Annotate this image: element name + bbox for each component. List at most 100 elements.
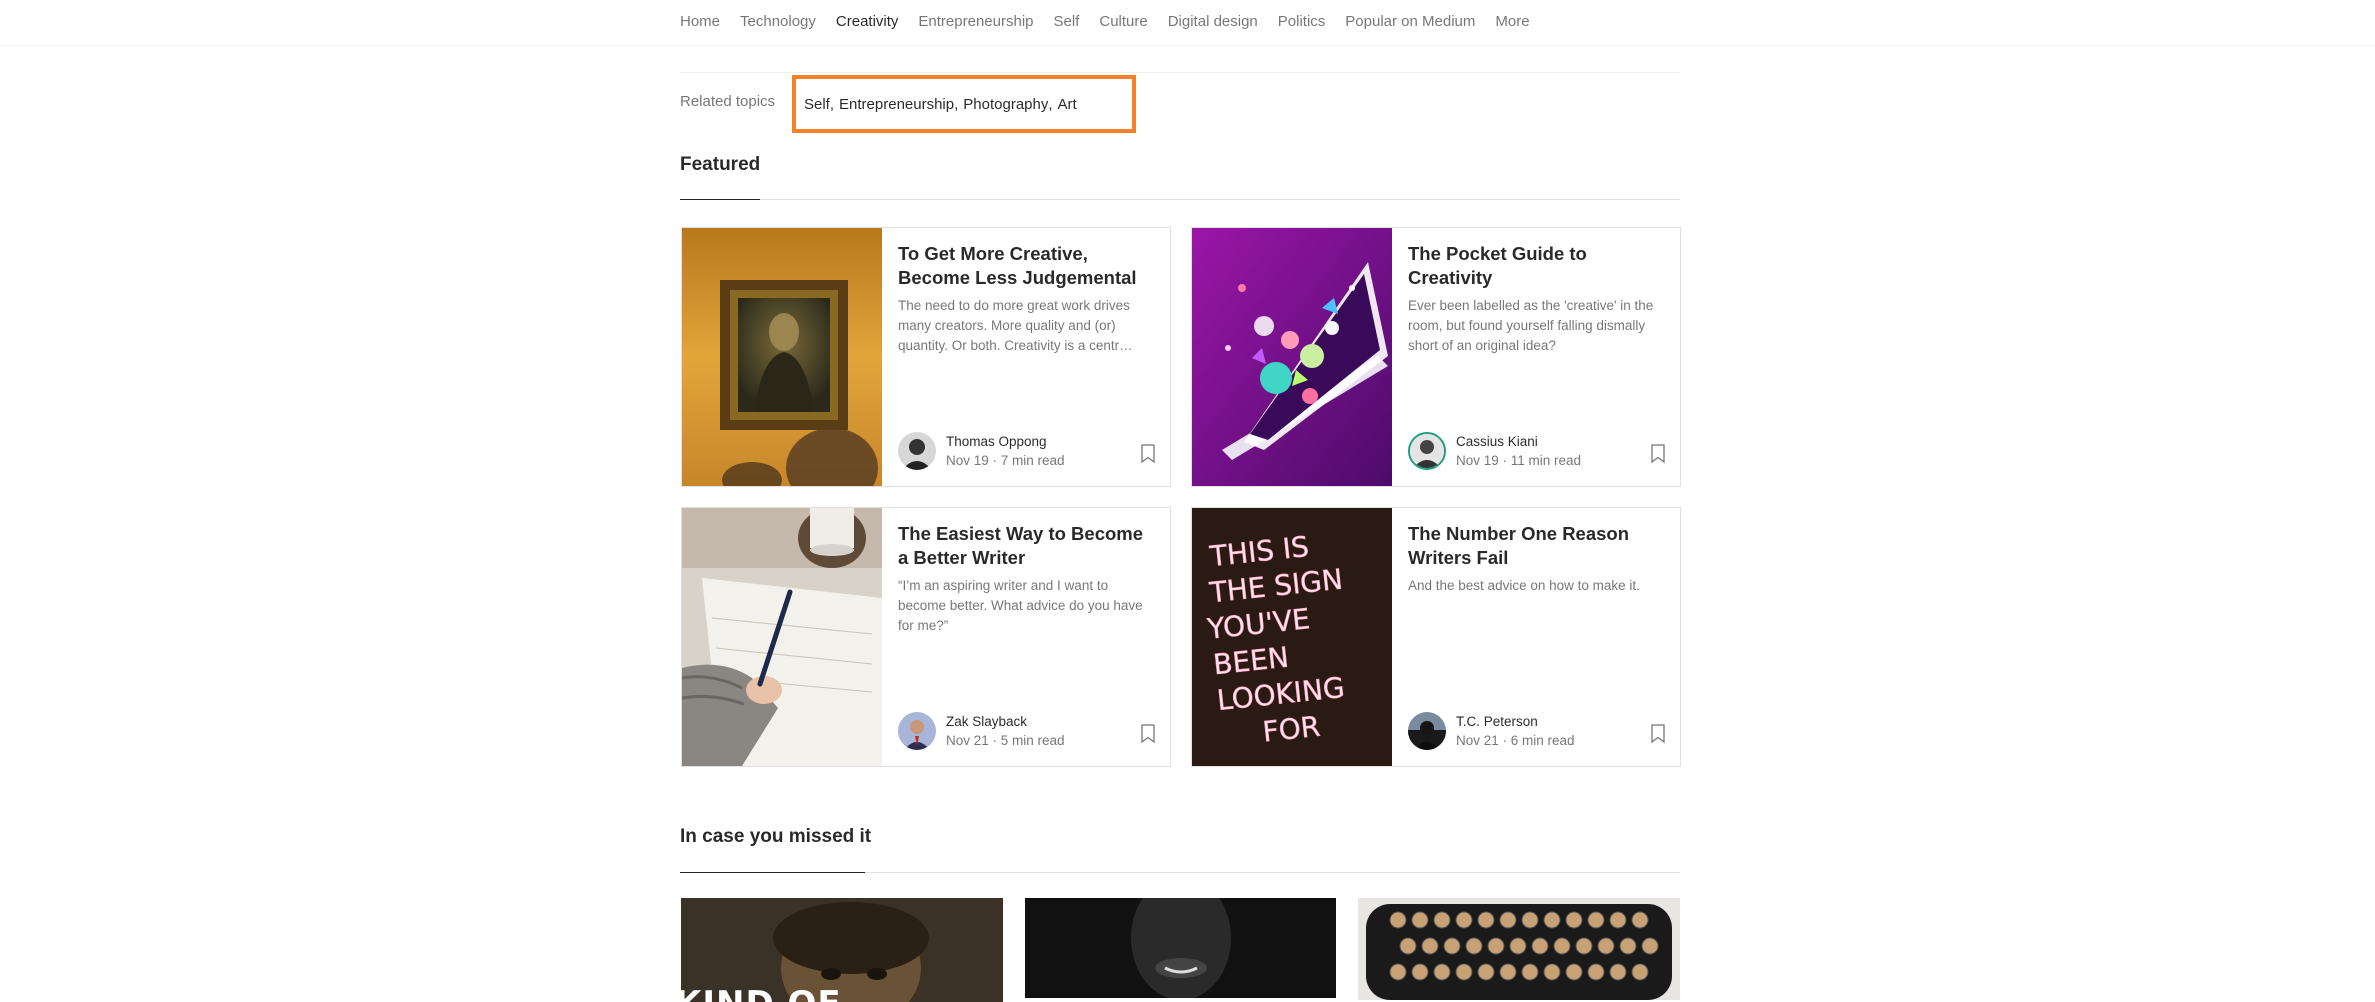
typewriter-key [1531, 937, 1549, 955]
author-name[interactable]: Zak Slayback [946, 712, 1065, 731]
story-thumbnail-portrait[interactable]: KIND OF [681, 898, 1003, 1002]
typewriter-key [1565, 963, 1583, 981]
related-topics-label: Related topics [680, 93, 776, 110]
story-meta: Zak Slayback Nov 21 · 5 min read [898, 712, 1065, 750]
story-subtitle[interactable]: And the best advice on how to make it. [1408, 576, 1666, 596]
nav-item-creativity[interactable]: Creativity [836, 13, 899, 30]
bookmark-icon[interactable] [1650, 444, 1666, 464]
story-thumbnail-bw-portrait[interactable] [1025, 898, 1336, 998]
story-image-mona-lisa[interactable] [682, 228, 882, 486]
story-card[interactable]: THIS IS THE SIGN YOU'VE BEEN LOOKING FOR… [1191, 507, 1681, 767]
story-image-writing-hand[interactable] [682, 508, 882, 766]
typewriter-key [1455, 911, 1473, 929]
story-subtitle[interactable]: “I’m an aspiring writer and I want to be… [898, 576, 1156, 636]
story-card[interactable]: The Easiest Way to Become a Better Write… [681, 507, 1171, 767]
author-name[interactable]: Cassius Kiani [1456, 432, 1581, 451]
story-meta: Thomas Oppong Nov 19 · 7 min read [898, 432, 1065, 470]
typewriter-key [1631, 963, 1649, 981]
nav-item-entrepreneurship[interactable]: Entrepreneurship [918, 13, 1033, 30]
story-date-readtime: Nov 19 · 7 min read [946, 453, 1065, 468]
typewriter-key [1433, 911, 1451, 929]
nav-item-technology[interactable]: Technology [740, 13, 816, 30]
related-topic-art[interactable]: Art [1058, 96, 1077, 113]
bookmark-icon[interactable] [1650, 724, 1666, 744]
author-avatar[interactable] [1408, 432, 1446, 470]
typewriter-key [1597, 937, 1615, 955]
typewriter-key [1641, 937, 1659, 955]
story-subtitle[interactable]: The need to do more great work drives ma… [898, 296, 1156, 356]
author-name[interactable]: T.C. Peterson [1456, 712, 1575, 731]
typewriter-key [1411, 911, 1429, 929]
typewriter-key [1565, 911, 1583, 929]
typewriter-key [1499, 911, 1517, 929]
related-topic-entrepreneurship[interactable]: Entrepreneurship [839, 96, 954, 113]
typewriter-key [1619, 937, 1637, 955]
story-title[interactable]: The Easiest Way to Become a Better Write… [898, 522, 1156, 570]
typewriter-key [1509, 937, 1527, 955]
story-card[interactable]: To Get More Creative, Become Less Judgem… [681, 227, 1171, 487]
typewriter-key [1477, 963, 1495, 981]
related-top-divider [680, 72, 1680, 73]
featured-divider [680, 199, 1680, 200]
typewriter-key [1575, 937, 1593, 955]
nav-item-self[interactable]: Self [1054, 13, 1080, 30]
story-thumbnail-typewriter[interactable] [1358, 898, 1680, 1000]
story-meta: T.C. Peterson Nov 21 · 6 min read [1408, 712, 1575, 750]
typewriter-key [1543, 911, 1561, 929]
story-card[interactable]: The Pocket Guide to Creativity Ever been… [1191, 227, 1681, 487]
related-topic-self[interactable]: Self [804, 96, 830, 113]
story-subtitle[interactable]: Ever been labelled as the 'creative' in … [1408, 296, 1666, 356]
related-topics-list: Self, Entrepreneurship, Photography, Art [792, 75, 1136, 133]
thumbnail-caption: KIND OF [681, 984, 842, 1002]
story-image-purple-illustration[interactable] [1192, 228, 1392, 486]
typewriter-key [1477, 911, 1495, 929]
topic-separator: , [1048, 95, 1053, 113]
nav-item-digital-design[interactable]: Digital design [1168, 13, 1258, 30]
typewriter-key [1553, 937, 1571, 955]
nav-divider [0, 45, 2375, 46]
missed-underline [680, 872, 865, 873]
typewriter-key [1543, 963, 1561, 981]
featured-heading: Featured [680, 154, 761, 175]
related-topic-photography[interactable]: Photography [963, 96, 1048, 113]
typewriter-key [1411, 963, 1429, 981]
nav-item-politics[interactable]: Politics [1278, 13, 1326, 30]
bookmark-icon[interactable] [1140, 724, 1156, 744]
typewriter-key [1609, 911, 1627, 929]
author-avatar[interactable] [1408, 712, 1446, 750]
typewriter-key [1389, 963, 1407, 981]
author-name[interactable]: Thomas Oppong [946, 432, 1065, 451]
typewriter-key [1587, 963, 1605, 981]
author-avatar[interactable] [898, 432, 936, 470]
nav-item-popular-on-medium[interactable]: Popular on Medium [1345, 13, 1475, 30]
typewriter-key [1465, 937, 1483, 955]
typewriter-key [1421, 937, 1439, 955]
story-date-readtime: Nov 21 · 5 min read [946, 733, 1065, 748]
typewriter-key [1399, 937, 1417, 955]
typewriter-key [1521, 963, 1539, 981]
nav-item-culture[interactable]: Culture [1099, 13, 1147, 30]
topic-nav: Home Technology Creativity Entrepreneurship… [680, 0, 1530, 42]
bookmark-icon[interactable] [1140, 444, 1156, 464]
story-title[interactable]: The Number One Reason Writers Fail [1408, 522, 1666, 570]
typewriter-key [1521, 911, 1539, 929]
topic-separator: , [954, 95, 959, 113]
nav-item-home[interactable]: Home [680, 13, 720, 30]
author-avatar[interactable] [898, 712, 936, 750]
typewriter-key [1487, 937, 1505, 955]
typewriter-key [1631, 911, 1649, 929]
story-date-readtime: Nov 21 · 6 min read [1456, 733, 1575, 748]
typewriter-key [1587, 911, 1605, 929]
nav-item-more[interactable]: More [1495, 13, 1529, 30]
missed-heading: In case you missed it [680, 826, 872, 847]
typewriter-key [1499, 963, 1517, 981]
story-image-neon-sign[interactable]: THIS IS THE SIGN YOU'VE BEEN LOOKING FOR [1192, 508, 1392, 766]
featured-underline [680, 199, 760, 200]
story-date-readtime: Nov 19 · 11 min read [1456, 453, 1582, 468]
typewriter-key [1443, 937, 1461, 955]
typewriter-key [1433, 963, 1451, 981]
neon-line-6: FOR [1261, 710, 1322, 749]
story-title[interactable]: To Get More Creative, Become Less Judgem… [898, 242, 1156, 290]
topic-separator: , [829, 95, 835, 113]
story-title[interactable]: The Pocket Guide to Creativity [1408, 242, 1666, 290]
